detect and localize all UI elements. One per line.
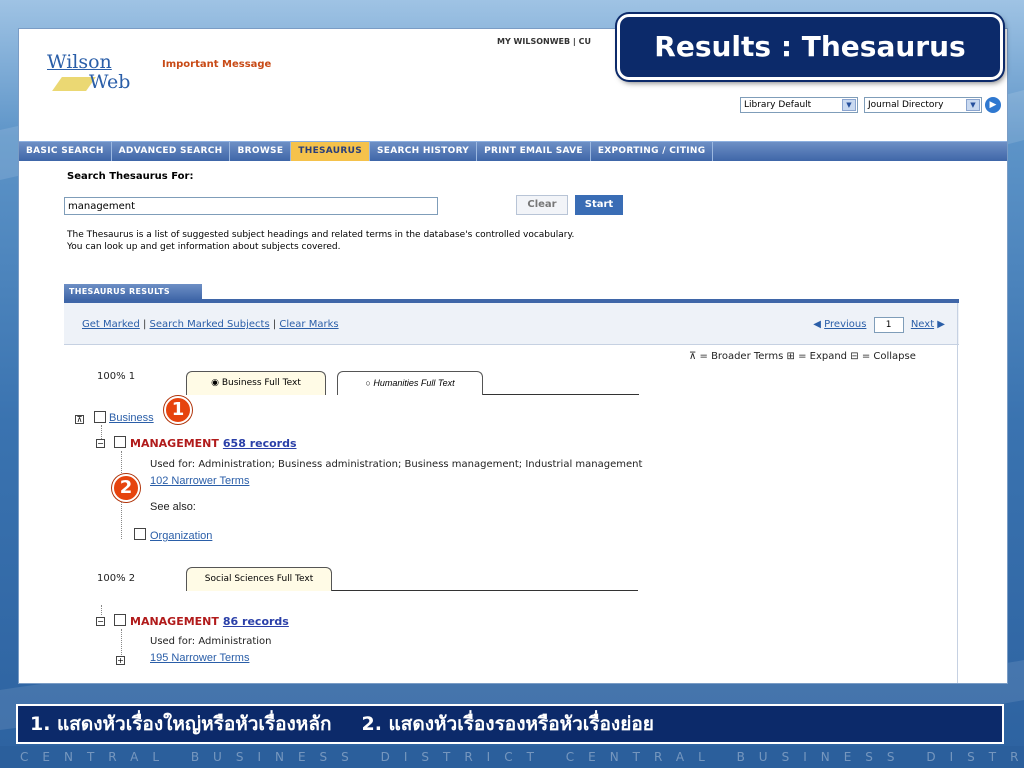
tree-legend: ⊼ = Broader Terms ⊞ = Expand ⊟ = Collaps… <box>689 351 916 362</box>
description-line-1: The Thesaurus is a list of suggested sub… <box>67 230 575 240</box>
library-select[interactable]: Library Default ▼ <box>740 97 858 113</box>
description-line-2: You can look up and get information abou… <box>67 242 341 252</box>
start-button[interactable]: Start <box>575 195 623 215</box>
journal-select-value: Journal Directory <box>868 100 944 110</box>
tab-social-sciences-full-text[interactable]: Social Sciences Full Text <box>186 567 332 591</box>
management-checkbox-2[interactable] <box>114 614 126 626</box>
get-marked-link[interactable]: Get Marked <box>82 319 140 330</box>
nav-advanced-search[interactable]: ADVANCED SEARCH <box>112 142 231 161</box>
tree-line <box>101 425 102 439</box>
caption-1: 1. แสดงหัวเรื่องใหญ่หรือหัวเรื่องหลัก <box>30 713 332 735</box>
thesaurus-results-tab[interactable]: THESAURUS RESULTS <box>64 284 202 300</box>
radio-selected-icon: ◉ <box>211 378 219 388</box>
organization-checkbox[interactable] <box>134 528 146 540</box>
pager: ◀ Previous 1 Next ▶ <box>813 317 945 333</box>
broader-terms-icon[interactable]: ⊼ <box>75 415 84 424</box>
narrower-terms-link-2[interactable]: 195 Narrower Terms <box>150 652 249 664</box>
footer-strip: CENTRAL BUSINESS DISTRICT CENTRAL BUSINE… <box>0 746 1024 768</box>
next-link[interactable]: Next <box>911 319 934 330</box>
caption-2: 2. แสดงหัวเรื่องรองหรือหัวเรื่องย่อย <box>361 713 654 735</box>
callout-marker-1: 1 <box>164 396 192 424</box>
journal-select[interactable]: Journal Directory ▼ <box>864 97 982 113</box>
next-arrow-icon: ▶ <box>937 319 945 330</box>
results-toolbar: Get Marked | Search Marked Subjects | Cl… <box>64 303 959 345</box>
see-also-label: See also: <box>150 501 196 513</box>
wilsonweb-screenshot: Wilson Web Important Message MY WILSONWE… <box>18 28 1008 684</box>
radio-empty-icon: ○ <box>365 378 371 388</box>
callout-marker-2: 2 <box>112 474 140 502</box>
slide-caption: 1. แสดงหัวเรื่องใหญ่หรือหัวเรื่องหลัก 2. … <box>16 704 1004 744</box>
library-select-value: Library Default <box>744 100 812 110</box>
thesaurus-description: The Thesaurus is a list of suggested sub… <box>67 229 767 253</box>
previous-arrow-icon: ◀ <box>813 319 821 330</box>
slide-title-badge: Results : Thesaurus <box>617 14 1003 80</box>
clear-button[interactable]: Clear <box>516 195 568 215</box>
chevron-down-icon: ▼ <box>842 99 856 111</box>
nav-browse[interactable]: BROWSE <box>230 142 292 161</box>
narrower-terms-link-1[interactable]: 102 Narrower Terms <box>150 475 249 487</box>
nav-exporting-citing[interactable]: EXPORTING / CITING <box>591 142 714 161</box>
chevron-down-icon: ▼ <box>966 99 980 111</box>
records-link-1[interactable]: 658 records <box>223 437 297 450</box>
collapse-icon: ⊟ <box>850 351 859 362</box>
organization-link[interactable]: Organization <box>150 530 212 542</box>
legend-broader: = Broader Terms <box>699 351 784 362</box>
nav-search-history[interactable]: SEARCH HISTORY <box>370 142 478 161</box>
used-for-2: Used for: Administration <box>150 636 272 647</box>
tab-business-label: Business Full Text <box>221 378 301 388</box>
business-checkbox[interactable] <box>94 411 106 423</box>
slide-title: Results : Thesaurus <box>654 30 966 63</box>
arrow-right-circle-icon: ▶ <box>989 100 997 110</box>
search-label: Search Thesaurus For: <box>67 171 194 182</box>
nav-print-email-save[interactable]: PRINT EMAIL SAVE <box>477 142 591 161</box>
used-for-1: Used for: Administration; Business admin… <box>150 459 643 470</box>
tab-social-label: Social Sciences Full Text <box>204 574 314 584</box>
previous-link[interactable]: Previous <box>824 319 866 330</box>
expand-icon: ⊞ <box>786 351 795 362</box>
collapse-icon[interactable]: − <box>96 617 105 626</box>
legend-collapse: = Collapse <box>861 351 916 362</box>
term-label-1: MANAGEMENT <box>130 437 219 450</box>
marked-links: Get Marked | Search Marked Subjects | Cl… <box>82 319 339 330</box>
wilsonweb-logo[interactable]: Wilson Web <box>47 51 167 101</box>
nav-thesaurus[interactable]: THESAURUS <box>291 142 371 161</box>
clear-marks-link[interactable]: Clear Marks <box>279 319 338 330</box>
nav-basic-search[interactable]: BASIC SEARCH <box>19 142 112 161</box>
search-input[interactable] <box>64 197 438 215</box>
logo-line1: Wilson <box>47 51 112 73</box>
tab-underline-1 <box>483 394 639 395</box>
business-link[interactable]: Business <box>109 412 154 424</box>
top-links[interactable]: MY WILSONWEB | CU <box>497 37 591 46</box>
results-right-border <box>957 303 958 683</box>
management-term-1: MANAGEMENT 658 records <box>130 437 297 450</box>
legend-expand: = Expand <box>798 351 848 362</box>
relevance-pct-2: 100% 2 <box>97 573 136 584</box>
expand-icon[interactable]: + <box>116 656 125 665</box>
tab-humanities-full-text[interactable]: ○ Humanities Full Text <box>337 371 483 395</box>
tab-humanities-label: Humanities Full Text <box>373 378 455 388</box>
go-button[interactable]: ▶ <box>985 97 1001 113</box>
records-link-2[interactable]: 86 records <box>223 615 289 628</box>
tab-business-full-text[interactable]: ◉ Business Full Text <box>186 371 326 395</box>
relevance-pct-1: 100% 1 <box>97 371 136 382</box>
term-label-2: MANAGEMENT <box>130 615 219 628</box>
collapse-icon[interactable]: − <box>96 439 105 448</box>
logo-line2: Web <box>89 71 131 93</box>
management-term-2: MANAGEMENT 86 records <box>130 615 289 628</box>
page-input[interactable]: 1 <box>873 317 904 333</box>
important-message-link[interactable]: Important Message <box>162 59 271 70</box>
broader-terms-icon: ⊼ <box>689 351 697 362</box>
footer-text: CENTRAL BUSINESS DISTRICT CENTRAL BUSINE… <box>20 750 1024 764</box>
search-marked-link[interactable]: Search Marked Subjects <box>150 319 270 330</box>
main-nav: BASIC SEARCH ADVANCED SEARCH BROWSE THES… <box>19 141 1007 161</box>
management-checkbox-1[interactable] <box>114 436 126 448</box>
tab-underline-2 <box>332 590 638 591</box>
tree-line <box>101 605 102 615</box>
tree-line <box>121 629 122 657</box>
